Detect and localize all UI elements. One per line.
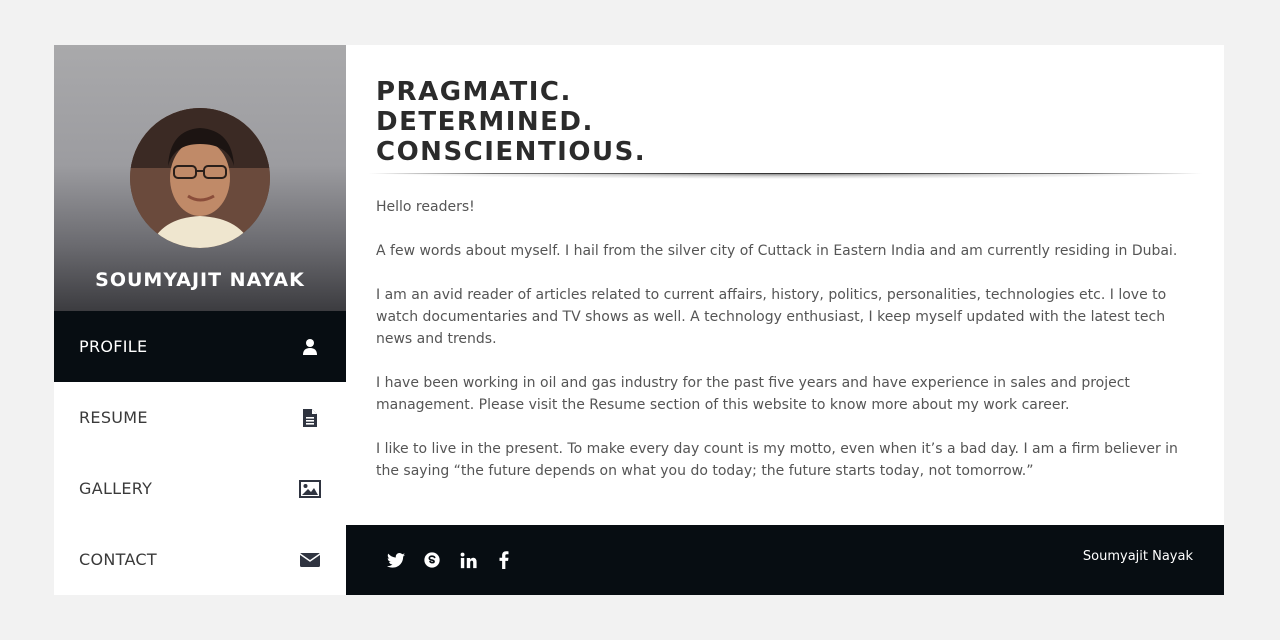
document-icon xyxy=(299,407,321,429)
profile-header: SOUMYAJIT NAYAK xyxy=(54,45,346,311)
sidebar: SOUMYAJIT NAYAK PROFILE RESUME GALLERY C… xyxy=(54,45,346,595)
profile-card: SOUMYAJIT NAYAK PROFILE RESUME GALLERY C… xyxy=(54,45,1224,595)
nav-item-label: CONTACT xyxy=(79,550,157,569)
social-links xyxy=(386,525,514,595)
headline-line: PRAGMATIC. xyxy=(376,77,572,107)
paragraph: A few words about myself. I hail from th… xyxy=(376,243,1178,259)
nav-item-gallery[interactable]: GALLERY xyxy=(54,453,346,524)
headline-line: DETERMINED. xyxy=(376,107,594,137)
paragraph: Hello readers! xyxy=(376,199,475,215)
headline-line: CONSCIENTIOUS. xyxy=(376,137,647,167)
twitter-icon[interactable] xyxy=(386,550,406,570)
paragraph: I have been working in oil and gas indus… xyxy=(376,375,1130,413)
footer: Soumyajit Nayak xyxy=(346,525,1224,595)
about-text: Hello readers! A few words about myself.… xyxy=(376,196,1201,504)
user-icon xyxy=(299,336,321,358)
nav-item-contact[interactable]: CONTACT xyxy=(54,524,346,595)
profile-name: SOUMYAJIT NAYAK xyxy=(95,269,305,291)
facebook-icon[interactable] xyxy=(494,550,514,570)
skype-icon[interactable] xyxy=(422,550,442,570)
main-content: PRAGMATIC. DETERMINED. CONSCIENTIOUS. He… xyxy=(346,45,1224,595)
page-headline: PRAGMATIC. DETERMINED. CONSCIENTIOUS. xyxy=(376,77,646,167)
avatar xyxy=(130,108,270,248)
nav-item-label: GALLERY xyxy=(79,479,153,498)
paragraph: I am an avid reader of articles related … xyxy=(376,287,1167,347)
nav-item-label: PROFILE xyxy=(79,337,148,356)
envelope-icon xyxy=(299,549,321,571)
nav-item-label: RESUME xyxy=(79,408,148,427)
paragraph: I like to live in the present. To make e… xyxy=(376,441,1178,479)
nav-item-profile[interactable]: PROFILE xyxy=(54,311,346,382)
sidebar-nav: PROFILE RESUME GALLERY CONTACT xyxy=(54,311,346,595)
footer-name: Soumyajit Nayak xyxy=(1082,549,1193,564)
divider xyxy=(368,173,1202,174)
image-icon xyxy=(299,478,321,500)
linkedin-icon[interactable] xyxy=(458,550,478,570)
nav-item-resume[interactable]: RESUME xyxy=(54,382,346,453)
